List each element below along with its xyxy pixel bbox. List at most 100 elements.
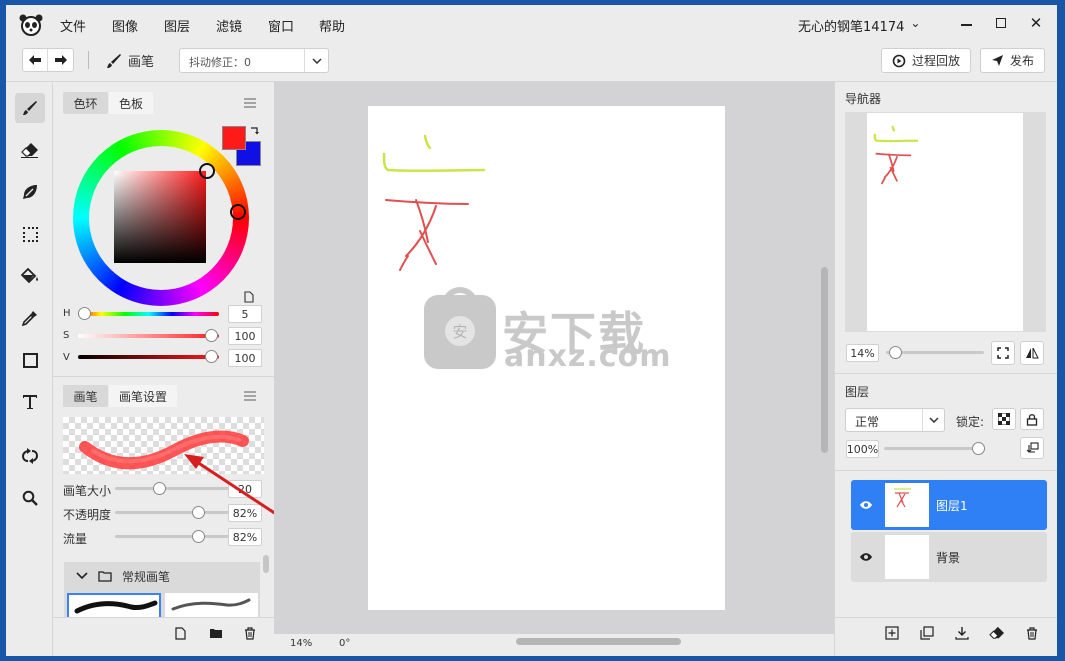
eye-icon[interactable] — [854, 480, 878, 530]
duplicate-layer-icon[interactable] — [918, 624, 936, 642]
hue-picker-handle[interactable] — [230, 204, 246, 220]
menu-window[interactable]: 窗口 — [268, 16, 294, 35]
brush-list-scrollbar[interactable] — [263, 555, 269, 573]
user-menu[interactable]: 无心的钢笔14174 ⌄ — [798, 16, 920, 35]
primary-color-swatch[interactable] — [222, 126, 246, 150]
panel-menu-icon[interactable] — [241, 95, 259, 111]
hue-label: H — [63, 308, 71, 319]
menu-help[interactable]: 帮助 — [319, 16, 345, 35]
canvas-zoom-readout: 14% — [290, 638, 313, 649]
tool-blend-icon[interactable] — [15, 177, 45, 207]
tab-brush[interactable]: 画笔 — [63, 385, 108, 407]
send-icon — [991, 55, 1003, 66]
value-slider[interactable] — [78, 355, 219, 359]
replay-icon — [892, 54, 906, 67]
tab-swatches[interactable]: 色板 — [109, 92, 153, 114]
new-layer-icon[interactable] — [883, 624, 901, 642]
tool-fill-bucket-icon[interactable] — [15, 261, 45, 291]
layer-name: 图层1 — [936, 499, 968, 513]
tool-eraser-icon[interactable] — [15, 135, 45, 165]
navigator-preview[interactable] — [845, 112, 1046, 332]
navigator-title: 导航器 — [845, 92, 882, 106]
blend-mode-value: 正常 — [855, 415, 880, 429]
merge-down-icon[interactable] — [953, 624, 971, 642]
lock-layer-icon[interactable] — [1020, 408, 1044, 430]
new-brush-icon[interactable] — [172, 625, 188, 641]
layer-row[interactable]: 背景 — [851, 532, 1047, 582]
saturation-slider[interactable] — [78, 334, 219, 338]
canvas-vertical-scrollbar[interactable] — [821, 267, 828, 453]
layer-opacity-slider[interactable] — [884, 447, 982, 450]
sv-picker-handle[interactable] — [199, 163, 215, 179]
folder-icon[interactable] — [207, 625, 225, 641]
hue-value[interactable]: 5 — [228, 305, 262, 323]
saturation-value[interactable]: 100 — [228, 327, 262, 345]
watermark-badge: 安 — [424, 287, 496, 369]
user-name: 无心的钢笔14174 — [798, 20, 905, 35]
publish-button[interactable]: 发布 — [980, 48, 1045, 73]
tool-eyedropper-icon[interactable] — [15, 303, 45, 333]
maximize-icon[interactable] — [991, 13, 1011, 33]
stabilizer-select[interactable]: 抖动修正：0 — [179, 48, 329, 73]
copy-color-icon[interactable] — [242, 290, 256, 304]
undo-redo-group — [22, 48, 74, 72]
value-value[interactable]: 100 — [228, 349, 262, 367]
brush-preset[interactable] — [165, 593, 258, 617]
stabilizer-value: 抖动修正：0 — [189, 56, 251, 69]
menu-filter[interactable]: 滤镜 — [216, 16, 242, 35]
clip-layer-icon[interactable] — [1020, 437, 1044, 459]
chevron-down-icon — [304, 49, 328, 72]
menu-image[interactable]: 图像 — [112, 16, 138, 35]
value-slider-knob[interactable] — [205, 350, 218, 363]
undo-icon[interactable] — [23, 49, 49, 71]
menu-file[interactable]: 文件 — [60, 16, 86, 35]
saturation-label: S — [63, 330, 70, 341]
chevron-down-icon — [76, 572, 88, 580]
folder-icon — [98, 571, 112, 582]
tab-brush-settings[interactable]: 画笔设置 — [109, 385, 177, 407]
flip-horizontal-icon[interactable] — [1020, 341, 1044, 365]
menu-layer[interactable]: 图层 — [164, 16, 190, 35]
layer-row-selected[interactable]: 图层1 — [851, 480, 1047, 530]
brush-group-label: 常规画笔 — [122, 569, 171, 584]
publish-label: 发布 — [1009, 54, 1034, 68]
lock-transparency-icon[interactable] — [992, 408, 1016, 430]
layer-opacity-value[interactable]: 100% — [846, 440, 879, 458]
tool-text-icon[interactable] — [15, 387, 45, 417]
saturation-value-square[interactable] — [114, 171, 206, 263]
layers-footer-divider — [835, 617, 1057, 618]
tool-label: 画笔 — [128, 55, 155, 70]
eye-icon[interactable] — [854, 532, 878, 582]
color-brush-divider — [53, 376, 274, 377]
brush-size-knob[interactable] — [153, 482, 166, 495]
delete-layer-icon[interactable] — [1023, 624, 1041, 642]
replay-button[interactable]: 过程回放 — [881, 48, 971, 73]
swap-colors-icon[interactable] — [248, 125, 260, 137]
delete-brush-icon[interactable] — [242, 625, 258, 641]
tool-rotate-icon[interactable] — [15, 441, 45, 471]
current-tool: 画笔 — [106, 51, 154, 70]
hue-slider[interactable] — [78, 312, 219, 316]
hue-slider-knob[interactable] — [78, 307, 91, 320]
tool-zoom-icon[interactable] — [15, 483, 45, 513]
brush-preset-selected[interactable] — [67, 593, 161, 617]
blend-mode-select[interactable]: 正常 — [845, 408, 945, 432]
tool-brush-icon[interactable] — [15, 93, 45, 123]
saturation-slider-knob[interactable] — [205, 329, 218, 342]
tool-select-rect-icon[interactable] — [15, 219, 45, 249]
fit-screen-icon[interactable] — [991, 341, 1015, 365]
navigator-zoom-value[interactable]: 14% — [846, 344, 879, 362]
app-window: 文件 图像 图层 滤镜 窗口 帮助 无心的钢笔14174 ⌄ ✕ 画笔 抖动修正… — [6, 5, 1057, 656]
brush-group-header[interactable]: 常规画笔 — [64, 562, 260, 590]
clear-layer-icon[interactable] — [988, 624, 1006, 642]
canvas-horizontal-scrollbar[interactable] — [516, 638, 681, 645]
navigator-zoom-knob[interactable] — [889, 346, 902, 359]
app-logo-icon — [18, 13, 44, 37]
tool-rectangle-icon[interactable] — [15, 345, 45, 375]
tab-color-wheel[interactable]: 色环 — [63, 92, 108, 114]
brush-panel-menu-icon[interactable] — [241, 388, 259, 404]
minimize-icon[interactable] — [956, 15, 976, 35]
layer-opacity-knob[interactable] — [972, 442, 985, 455]
close-icon[interactable]: ✕ — [1026, 13, 1046, 33]
redo-icon[interactable] — [48, 49, 73, 71]
